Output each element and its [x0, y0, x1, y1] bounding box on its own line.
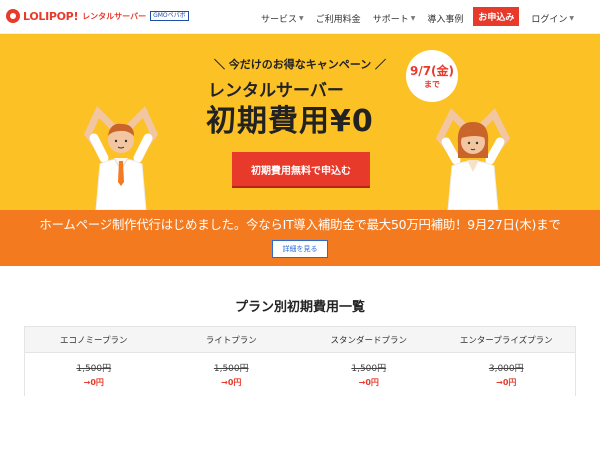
promo-banner: ホームページ制作代行はじめました。今ならIT導入補助金で最大50万円補助！9月2…: [0, 210, 600, 266]
chevron-down-icon: ▼: [299, 14, 304, 22]
nav-item-support[interactable]: サポート ▼: [373, 12, 416, 25]
nav-label: サービス: [261, 14, 298, 25]
site-header: LOLIPOP! レンタルサーバー GMOペパボ サービス ▼ ご利用料金 サポ…: [0, 0, 600, 34]
old-price: 1,500円: [213, 364, 249, 374]
old-price: 3,000円: [488, 364, 524, 374]
hero-tagline: ＼ 今だけのお得なキャンペーン ／: [213, 58, 387, 71]
logo-subtitle: レンタルサーバー: [82, 11, 147, 21]
man-illustration: [83, 105, 159, 210]
logo-text: LOLIPOP!: [23, 9, 79, 23]
plans-table-header: エコノミープラン ライトプラン スタンダードプラン エンタープライズプラン: [25, 327, 575, 353]
nav-item-services[interactable]: サービス ▼: [261, 12, 304, 25]
apply-button[interactable]: お申込み: [473, 7, 520, 26]
plan-name-light: ライトプラン: [205, 335, 257, 346]
new-price-value: 0円: [90, 378, 104, 387]
hero-title-line2: 初期費用¥0: [206, 104, 374, 139]
chevron-down-icon: ▼: [569, 14, 574, 22]
new-price: →0円: [358, 378, 379, 387]
promo-banner-text: ホームページ制作代行はじめました。今ならIT導入補助金で最大50万円補助！9月2…: [39, 217, 561, 232]
plan-name-economy: エコノミープラン: [60, 335, 128, 346]
new-price-value: 0円: [365, 378, 379, 387]
campaign-hero: ＼ 今だけのお得なキャンペーン ／ レンタルサーバー 初期費用¥0 9/7(金)…: [0, 34, 600, 210]
nav-label: ご利用料金: [315, 14, 361, 25]
main-nav: サービス ▼ ご利用料金 サポート ▼ 導入事例 お申込み ログイン ▼: [249, 7, 574, 26]
plans-section-title: プラン別初期費用一覧: [234, 300, 365, 315]
plans-price-row: 1,500円 →0円 1,500円 →0円 1,500円 →0円 3,000円 …: [25, 353, 575, 396]
new-price: →0円: [496, 378, 517, 387]
plan-price-standard: 1,500円 →0円: [300, 353, 438, 396]
chevron-down-icon: ▼: [410, 14, 416, 22]
partner-logo: GMOペパボ: [150, 11, 189, 21]
logo-mark-icon: [6, 9, 20, 23]
details-button[interactable]: 詳細を見る: [272, 240, 328, 258]
deadline-badge: 9/7(金) まで: [406, 50, 458, 102]
login-label: ログイン: [531, 14, 568, 25]
plan-name-standard: スタンダードプラン: [330, 335, 407, 346]
woman-illustration: [435, 108, 511, 210]
new-price-value: 0円: [502, 378, 517, 387]
deadline-suffix: まで: [424, 80, 440, 89]
deadline-date: 9/7(金): [409, 64, 455, 78]
nav-item-cases[interactable]: 導入事例: [427, 12, 463, 25]
plan-price-economy: 1,500円 →0円: [25, 353, 163, 396]
login-menu[interactable]: ログイン ▼: [531, 12, 574, 25]
plan-price-light: 1,500円 →0円: [163, 353, 301, 396]
new-price: →0円: [83, 378, 104, 387]
nav-label: 導入事例: [427, 14, 464, 25]
plan-name-enterprise: エンタープライズプラン: [459, 335, 553, 346]
nav-label: サポート: [372, 14, 409, 25]
plan-price-enterprise: 3,000円 →0円: [438, 353, 576, 396]
new-price-value: 0円: [227, 378, 242, 387]
apply-free-button[interactable]: 初期費用無料で申込む: [232, 152, 370, 186]
old-price: 1,500円: [351, 364, 387, 374]
new-price: →0円: [221, 378, 242, 387]
nav-item-pricing[interactable]: ご利用料金: [316, 12, 361, 25]
plans-fee-table: エコノミープラン ライトプラン スタンダードプラン エンタープライズプラン 1,…: [24, 326, 576, 396]
old-price: 1,500円: [76, 364, 112, 374]
logo[interactable]: LOLIPOP! レンタルサーバー GMOペパボ: [6, 9, 189, 23]
